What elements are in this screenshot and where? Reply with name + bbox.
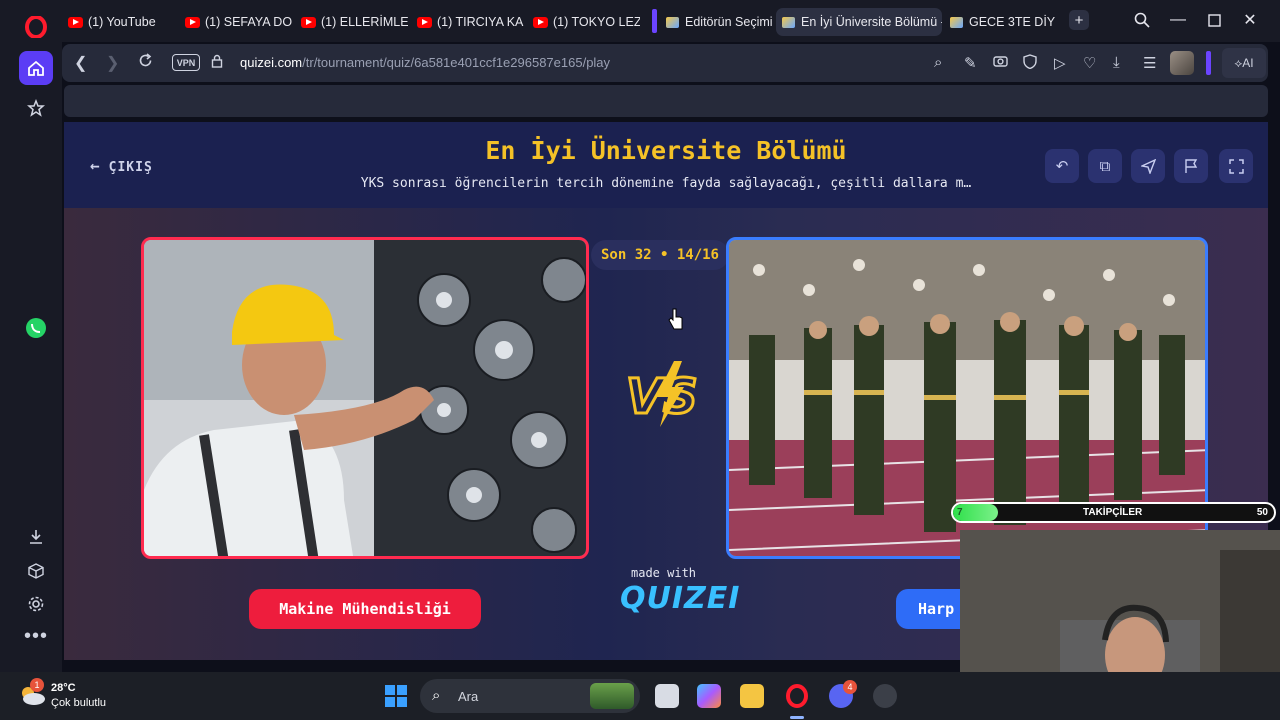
vpn-badge[interactable]: VPN — [172, 54, 200, 71]
followers-goal: 50 — [1256, 507, 1268, 518]
tab-diet[interactable]: GECE 3TE DİYET — [944, 8, 1056, 36]
share-icon[interactable]: ⧉ — [1088, 149, 1122, 183]
back-icon[interactable]: ❮ — [74, 53, 87, 73]
new-tab-plus-icon[interactable]: + — [1069, 10, 1089, 30]
obs-icon[interactable] — [873, 684, 897, 708]
tab-label: En İyi Üniversite Bölümü - — [801, 15, 942, 29]
search-tabs-icon[interactable] — [1132, 10, 1152, 30]
tab-label: (1) ELLERİMLE P — [321, 15, 408, 29]
close-icon[interactable]: ✕ — [1240, 10, 1260, 30]
quiz-header: ← ÇIKIŞ En İyi Üniversite Bölümü YKS sonr… — [64, 122, 1268, 208]
fullscreen-icon[interactable] — [1219, 149, 1253, 183]
tab-youtube[interactable]: (1) TIRCIYA KAS — [411, 8, 524, 36]
send-icon[interactable]: ▷ — [1054, 54, 1066, 72]
vs-lightning-icon: VS — [622, 353, 712, 433]
aria-divider — [1206, 51, 1211, 75]
tab-label: Editörün Seçimi — [685, 15, 772, 29]
quiz-subtitle: YKS sonrası öğrencilerin tercih dönemine… — [360, 176, 972, 191]
download-icon[interactable]: ⤓ — [1113, 54, 1120, 71]
whatsapp-icon[interactable] — [19, 311, 53, 345]
url-field[interactable]: quizei.com/tr/tournament/quiz/6a581e401c… — [240, 55, 610, 70]
tab-active-quiz[interactable]: En İyi Üniversite Bölümü - — [776, 8, 942, 36]
tab-label: (1) YouTube — [88, 15, 156, 29]
file-explorer-icon[interactable] — [740, 684, 764, 708]
workspace-divider — [652, 9, 657, 33]
flag-icon[interactable] — [1174, 149, 1208, 183]
followers-label: TAKİPÇİLER — [1083, 507, 1143, 518]
tab-label: (1) SEFAYA DOĞ — [205, 15, 292, 29]
minimize-icon[interactable]: — — [1168, 10, 1188, 30]
edit-icon[interactable]: ✎ — [964, 54, 977, 72]
opera-taskbar-icon[interactable] — [785, 684, 809, 708]
heart-icon[interactable]: ♡ — [1083, 54, 1096, 72]
windows-taskbar: 1 28°C Çok bulutlu ⌕ Ara 4 — [0, 672, 1280, 720]
tab-label: (1) TOKYO LEZZ — [553, 15, 640, 29]
quizei-logo[interactable]: QUIZEI — [620, 581, 740, 616]
youtube-icon — [185, 16, 200, 28]
youtube-icon — [417, 16, 432, 28]
copilot-icon[interactable] — [697, 684, 721, 708]
round-indicator: Son 32 • 14/16 — [591, 240, 729, 270]
address-bar: ❮ ❯ VPN quizei.com/tr/tournament/quiz/6a… — [62, 44, 1268, 82]
task-view-icon[interactable] — [655, 684, 679, 708]
opera-logo-icon[interactable] — [19, 10, 53, 44]
settings-gear-icon[interactable] — [19, 587, 53, 621]
weather-temperature: 28°C — [51, 682, 76, 694]
maximize-icon[interactable] — [1204, 10, 1224, 30]
active-app-indicator — [790, 716, 804, 719]
quizei-favicon-icon — [666, 16, 679, 28]
engineer-photo — [144, 240, 586, 556]
search-highlight-image — [590, 683, 634, 709]
youtube-icon — [68, 16, 83, 28]
tab-youtube[interactable]: (1) ELLERİMLE P — [295, 8, 408, 36]
hand-cursor-icon — [668, 308, 684, 335]
star-icon[interactable] — [19, 91, 53, 125]
made-with-label: made with — [631, 566, 697, 580]
forward-icon[interactable]: ❯ — [106, 53, 119, 73]
tab-label: GECE 3TE DİYET — [969, 15, 1056, 29]
left-option-button[interactable]: Makine Mühendisliği — [249, 589, 481, 629]
search-icon: ⌕ — [432, 687, 441, 704]
undo-icon[interactable]: ↶ — [1045, 149, 1079, 183]
tab-label: (1) TIRCIYA KAS — [437, 15, 524, 29]
quizei-favicon-icon — [782, 16, 795, 28]
tab-youtube[interactable]: (1) SEFAYA DOĞ — [179, 8, 292, 36]
discord-badge: 4 — [843, 680, 857, 694]
easy-setup-icon[interactable]: ☰ — [1143, 54, 1156, 72]
extensions-icon[interactable] — [19, 554, 53, 588]
camera-icon[interactable] — [993, 54, 1008, 71]
ai-button[interactable]: ⟡ AI — [1222, 48, 1266, 78]
quizei-favicon-icon — [950, 16, 963, 28]
youtube-icon — [301, 16, 316, 28]
followers-current: 7 — [957, 507, 963, 518]
send-icon[interactable] — [1131, 149, 1165, 183]
url-domain: quizei.com — [240, 55, 303, 70]
downloads-icon[interactable] — [19, 520, 53, 554]
more-options-icon[interactable]: ••• — [19, 619, 53, 653]
ai-label: AI — [1242, 56, 1254, 70]
browser-sidebar: ••• — [0, 0, 62, 672]
ai-icon: ⟡ — [1234, 55, 1243, 70]
tab-youtube[interactable]: (1) TOKYO LEZZ — [527, 8, 640, 36]
weather-description: Çok bulutlu — [51, 697, 107, 709]
tab-bar: (1) YouTube (1) SEFAYA DOĞ (1) ELLERİMLE… — [62, 0, 1280, 42]
home-icon[interactable] — [19, 51, 53, 85]
search-placeholder: Ara — [458, 689, 479, 704]
youtube-icon — [533, 16, 548, 28]
bookmark-bar — [64, 85, 1268, 117]
left-option-image[interactable] — [141, 237, 589, 559]
reload-icon[interactable] — [138, 53, 153, 73]
tab-editors-choice[interactable]: Editörün Seçimi — [660, 8, 772, 36]
weather-badge: 1 — [30, 678, 44, 692]
windows-start-icon[interactable] — [384, 684, 408, 708]
url-path: /tr/tournament/quiz/6a581e401ccf1e296587… — [302, 55, 611, 70]
zoom-search-icon[interactable]: ⌕ — [934, 54, 942, 71]
taskbar-search-input[interactable]: ⌕ Ara — [420, 679, 640, 713]
shield-icon[interactable] — [1023, 54, 1037, 73]
tab-youtube[interactable]: (1) YouTube — [62, 8, 174, 36]
profile-avatar[interactable] — [1170, 51, 1194, 75]
lock-icon[interactable] — [211, 54, 223, 73]
followers-goal-bar: 7 TAKİPÇİLER 50 — [951, 502, 1276, 523]
